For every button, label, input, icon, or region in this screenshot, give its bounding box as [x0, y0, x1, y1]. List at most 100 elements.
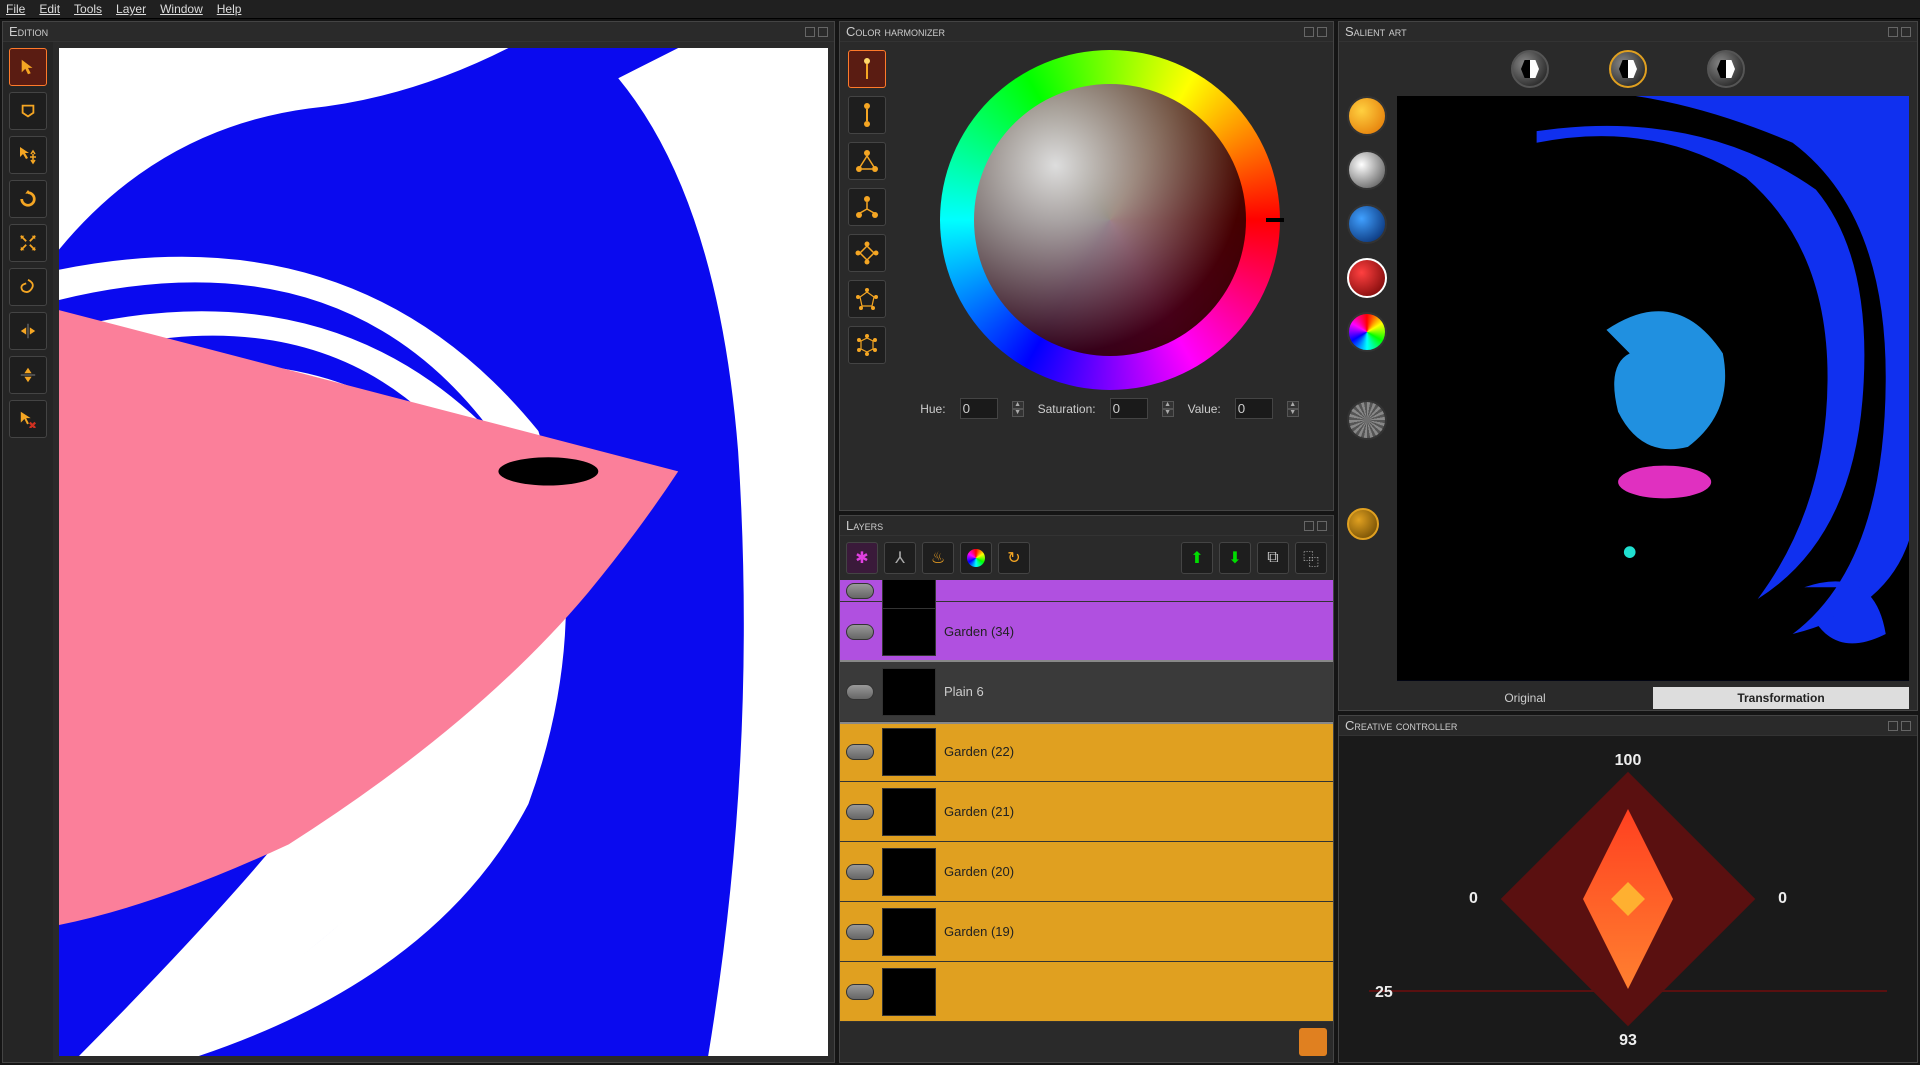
layer-thumbnail [882, 668, 936, 716]
salient-tab-original[interactable]: Original [1397, 687, 1653, 709]
harmony-triad-tool[interactable] [848, 142, 886, 180]
layer-row[interactable]: Garden (21) [840, 782, 1333, 842]
layers-title: Layers [846, 518, 883, 533]
rotate-tool[interactable] [9, 180, 47, 218]
color-red-sphere[interactable] [1347, 258, 1387, 298]
layer-move-down[interactable]: ⬇ [1219, 542, 1251, 574]
panel-min-icon[interactable] [1304, 27, 1314, 37]
val-down[interactable]: ▼ [1287, 409, 1299, 417]
menu-file[interactable]: File [6, 2, 25, 16]
layer-move-up[interactable]: ⬆ [1181, 542, 1213, 574]
layer-row[interactable]: Garden (20) [840, 842, 1333, 902]
panel-min-icon[interactable] [1888, 721, 1898, 731]
harmony-split-tool[interactable] [848, 188, 886, 226]
salient-mode-a-icon[interactable] [1511, 50, 1549, 88]
flip-h-tool[interactable] [9, 312, 47, 350]
creative-controller-panel: Creative controller 100 0 0 93 25 [1338, 715, 1918, 1063]
hue-input[interactable] [960, 398, 998, 419]
visibility-toggle[interactable] [846, 804, 874, 820]
color-blue-sphere[interactable] [1347, 204, 1387, 244]
harmony-mono-tool[interactable] [848, 50, 886, 88]
edition-canvas[interactable] [59, 48, 828, 1056]
layer-row[interactable]: Garden (34) [840, 602, 1333, 662]
layers-list[interactable]: Garden (34) Plain 6 Garden (22) Garden (21)… [840, 580, 1333, 1022]
sat-down[interactable]: ▼ [1162, 409, 1174, 417]
color-white-sphere[interactable] [1347, 150, 1387, 190]
layer-duplicate[interactable]: ⧉ [1257, 542, 1289, 574]
cc-top-value: 100 [1615, 752, 1642, 770]
layer-copy[interactable]: ⿻ [1295, 542, 1327, 574]
move-tool[interactable] [9, 136, 47, 174]
layer-row[interactable]: Garden (22) [840, 722, 1333, 782]
visibility-toggle[interactable] [846, 684, 874, 700]
hue-down[interactable]: ▼ [1012, 409, 1024, 417]
val-up[interactable]: ▲ [1287, 401, 1299, 409]
color-grey-sphere[interactable] [1347, 400, 1387, 440]
panel-close-icon[interactable] [818, 27, 828, 37]
layer-row[interactable]: Garden (19) [840, 902, 1333, 962]
menu-tools[interactable]: Tools [74, 2, 102, 16]
refresh-sphere[interactable] [1347, 508, 1379, 540]
panel-min-icon[interactable] [805, 27, 815, 37]
visibility-toggle[interactable] [846, 984, 874, 1000]
color-wheel[interactable] [940, 50, 1280, 390]
salient-mode-b-icon[interactable] [1609, 50, 1647, 88]
visibility-toggle[interactable] [846, 864, 874, 880]
panel-min-icon[interactable] [1888, 27, 1898, 37]
salient-art-panel: Salient art [1338, 21, 1918, 711]
layer-mode-mesh[interactable]: ✱ [846, 542, 878, 574]
visibility-toggle[interactable] [846, 924, 874, 940]
flip-v-tool[interactable] [9, 356, 47, 394]
layer-name-label: Garden (19) [944, 924, 1327, 939]
hue-up[interactable]: ▲ [1012, 401, 1024, 409]
harmony-square-tool[interactable] [848, 234, 886, 272]
lasso-tool[interactable] [9, 92, 47, 130]
menu-help[interactable]: Help [217, 2, 242, 16]
pointer-tool[interactable] [9, 48, 47, 86]
layer-row[interactable] [840, 962, 1333, 1022]
layer-mode-rotate[interactable]: ↻ [998, 542, 1030, 574]
color-harmonizer-title: Color harmonizer [846, 24, 945, 39]
edition-toolbox [3, 42, 53, 1062]
color-orange-sphere[interactable] [1347, 96, 1387, 136]
hue-label: Hue: [920, 402, 945, 416]
val-input[interactable] [1235, 398, 1273, 419]
salient-mode-c-icon[interactable] [1707, 50, 1745, 88]
delete-tool[interactable] [9, 400, 47, 438]
panel-close-icon[interactable] [1317, 27, 1327, 37]
layer-mode-color[interactable] [960, 542, 992, 574]
menu-layer[interactable]: Layer [116, 2, 146, 16]
layer-mode-merge[interactable]: ⅄ [884, 542, 916, 574]
visibility-toggle[interactable] [846, 624, 874, 640]
harmony-hexa-tool[interactable] [848, 326, 886, 364]
layer-row[interactable] [840, 580, 1333, 602]
layer-thumbnail [882, 908, 936, 956]
layer-name-label: Garden (21) [944, 804, 1327, 819]
salient-preview[interactable] [1397, 96, 1909, 681]
trash-icon[interactable] [1299, 1028, 1327, 1056]
panel-close-icon[interactable] [1317, 521, 1327, 531]
layer-name-label: Plain 6 [944, 684, 1327, 699]
menu-edit[interactable]: Edit [39, 2, 60, 16]
swirl-tool[interactable] [9, 268, 47, 306]
harmony-penta-tool[interactable] [848, 280, 886, 318]
cc-slider[interactable] [1369, 990, 1887, 992]
panel-min-icon[interactable] [1304, 521, 1314, 531]
layer-name-label: Garden (20) [944, 864, 1327, 879]
layer-mode-fx[interactable]: ♨ [922, 542, 954, 574]
hue-handle-icon[interactable] [1266, 218, 1284, 222]
layer-row[interactable]: Plain 6 [840, 662, 1333, 722]
visibility-toggle[interactable] [846, 744, 874, 760]
panel-close-icon[interactable] [1901, 721, 1911, 731]
scale-tool[interactable] [9, 224, 47, 262]
cc-left-value: 0 [1469, 890, 1478, 908]
creative-controller-pad[interactable]: 100 0 0 93 25 [1339, 736, 1917, 1062]
sat-up[interactable]: ▲ [1162, 401, 1174, 409]
visibility-toggle[interactable] [846, 583, 874, 599]
panel-close-icon[interactable] [1901, 27, 1911, 37]
harmony-complement-tool[interactable] [848, 96, 886, 134]
color-rainbow-sphere[interactable] [1347, 312, 1387, 352]
salient-tab-transformation[interactable]: Transformation [1653, 687, 1909, 709]
menu-window[interactable]: Window [160, 2, 203, 16]
sat-input[interactable] [1110, 398, 1148, 419]
